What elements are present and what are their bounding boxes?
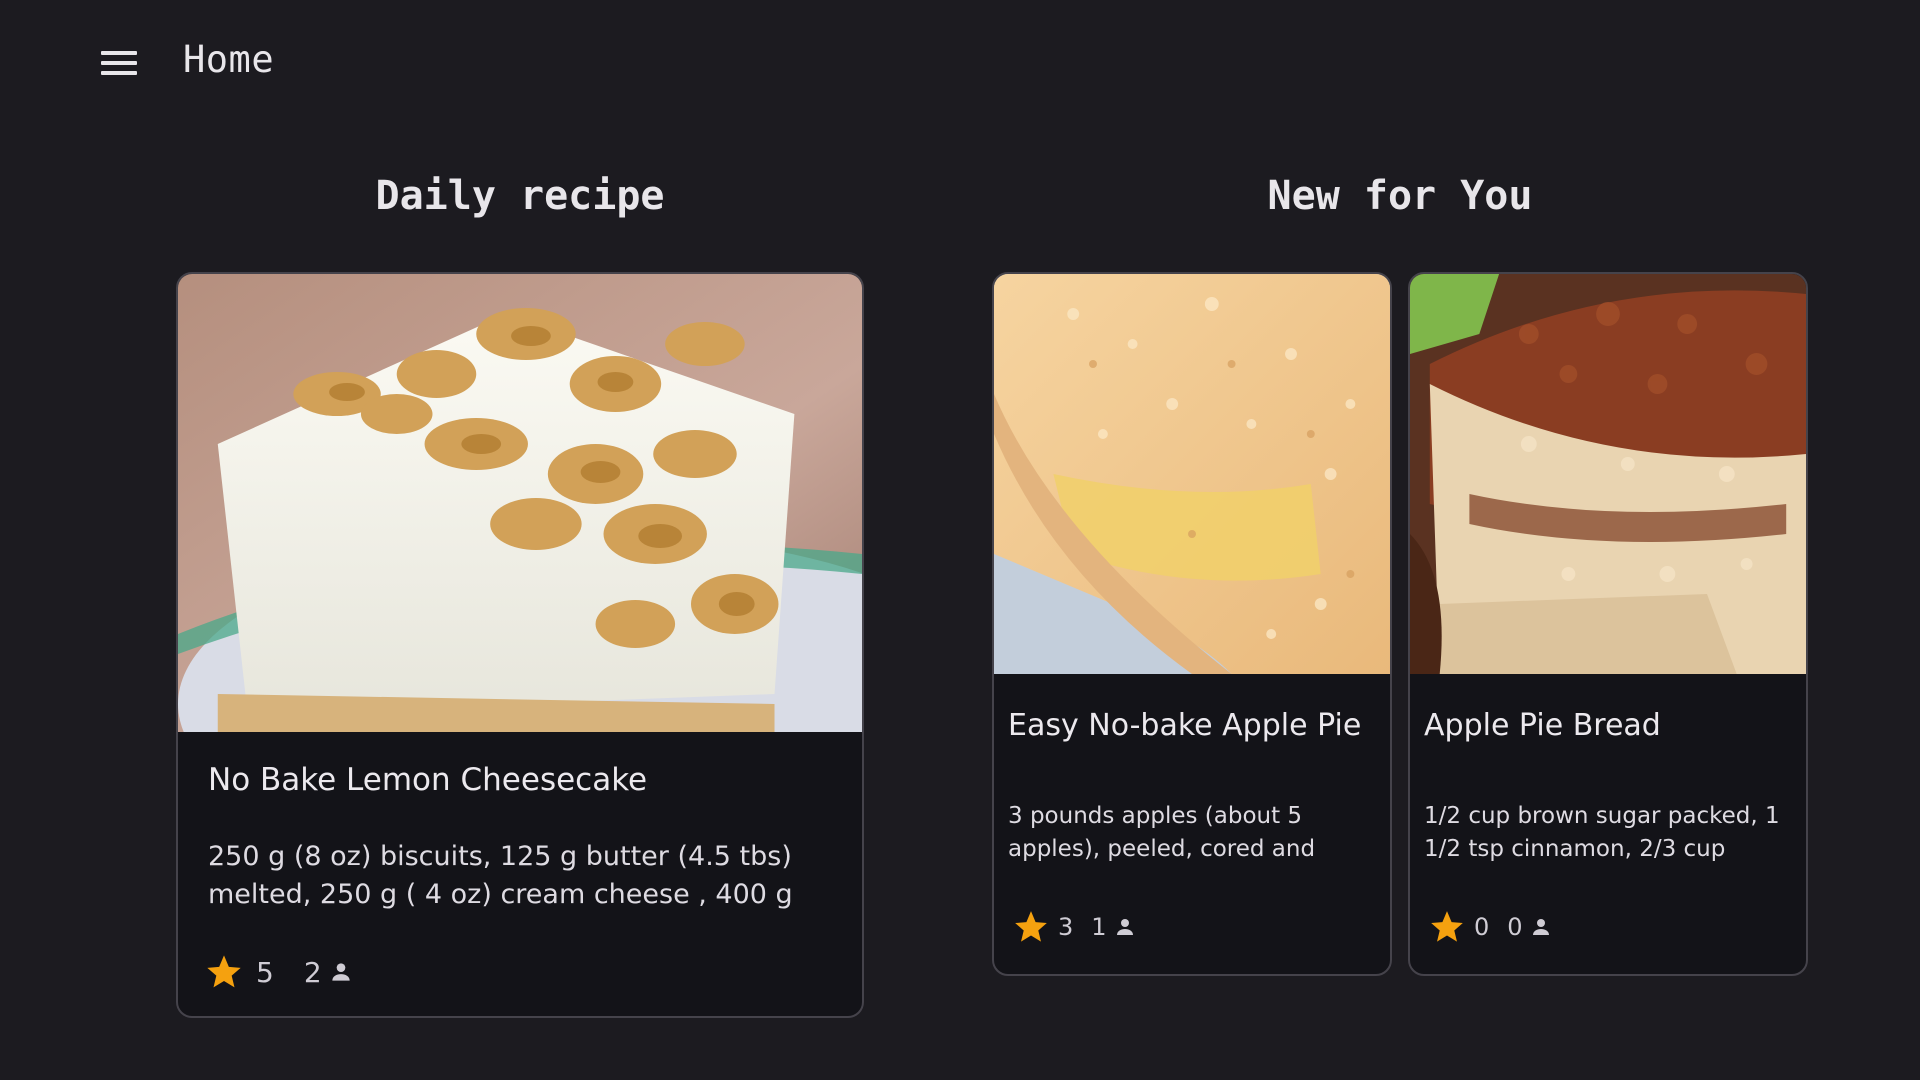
person-icon — [1529, 915, 1553, 939]
recipe-name: No Bake Lemon Cheesecake — [208, 762, 648, 798]
section-title-daily: Daily recipe — [375, 173, 665, 219]
recipe-description: 250 g (8 oz) biscuits, 125 g butter (4.5… — [208, 841, 793, 910]
recipe-stats: 0 0 — [1428, 908, 1553, 946]
rating-count: 0 — [1507, 913, 1523, 941]
apple-pie-photo — [994, 274, 1390, 674]
rating-count: 1 — [1091, 913, 1107, 941]
apple-pie-bread-photo — [1410, 274, 1806, 674]
recipe-stats: 3 1 — [1012, 908, 1137, 946]
section-title-new: New for You — [1267, 173, 1533, 219]
recipe-stats: 5 2 — [204, 952, 354, 992]
rating-count: 2 — [303, 955, 322, 989]
recipe-description: 3 pounds apples (about 5 apples), peeled… — [1008, 803, 1316, 862]
lemon-cheesecake-photo — [178, 274, 862, 732]
recipe-description: 1/2 cup brown sugar packed, 1 1/2 tsp ci… — [1424, 803, 1780, 862]
star-icon — [204, 952, 244, 992]
rating-value: 5 — [256, 955, 274, 989]
rating-value: 3 — [1058, 913, 1074, 941]
recipe-card-daily[interactable]: No Bake Lemon Cheesecake 250 g (8 oz) bi… — [176, 272, 864, 1018]
page-title: Home — [183, 38, 275, 81]
top-app-bar: Home — [0, 0, 1920, 128]
star-icon — [1428, 908, 1466, 946]
menu-icon — [101, 51, 137, 55]
star-icon — [1012, 908, 1050, 946]
menu-button[interactable] — [96, 44, 142, 82]
recipe-name: Apple Pie Bread — [1424, 708, 1661, 743]
recipe-name: Easy No-bake Apple Pie — [1008, 708, 1362, 743]
recipe-card-new-1[interactable]: Easy No-bake Apple Pie 3 pounds apples (… — [992, 272, 1392, 976]
recipe-card-new-2[interactable]: Apple Pie Bread 1/2 cup brown sugar pack… — [1408, 272, 1808, 976]
person-icon — [1113, 915, 1137, 939]
person-icon — [328, 959, 354, 985]
rating-value: 0 — [1474, 913, 1490, 941]
